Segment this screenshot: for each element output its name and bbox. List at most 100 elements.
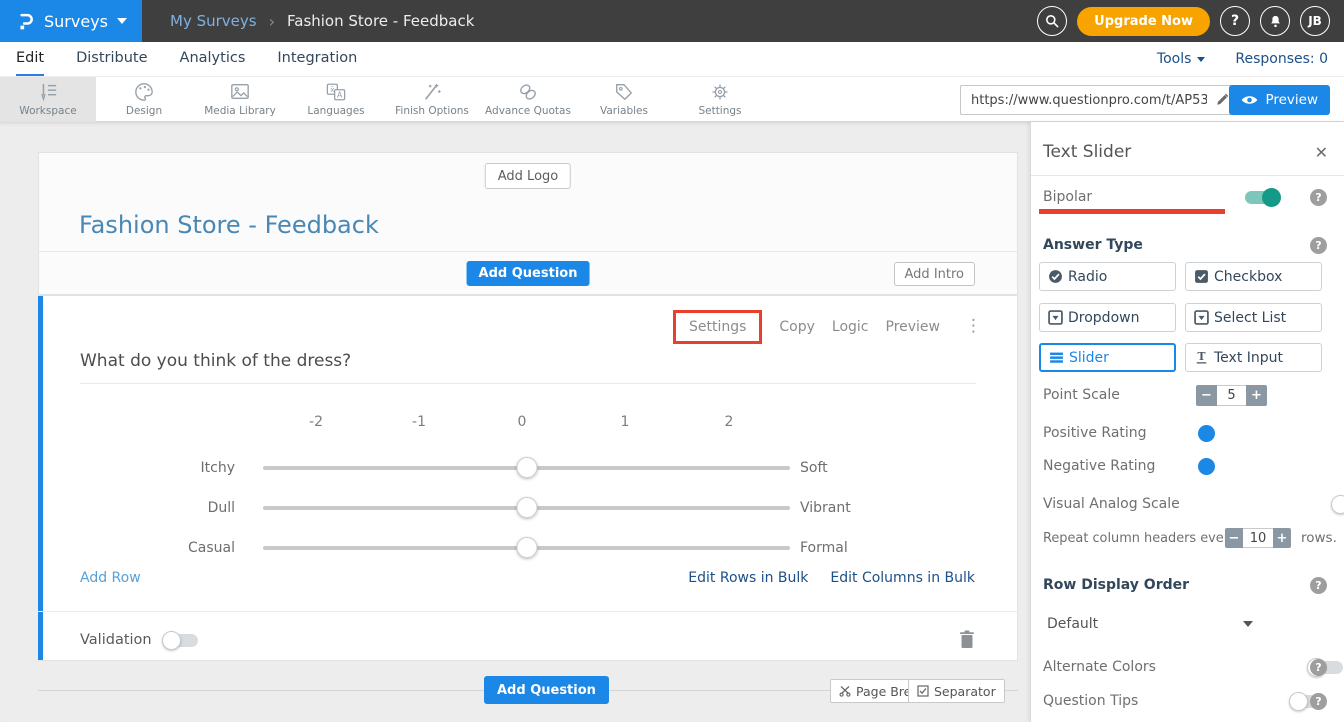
decrement-button[interactable]: − (1225, 528, 1243, 548)
validation-toggle[interactable] (164, 634, 198, 647)
help-icon[interactable]: ? (1310, 189, 1327, 206)
toolbar-item-settings[interactable]: Settings (672, 77, 768, 122)
preview-button[interactable]: Preview (1229, 85, 1330, 115)
slider-thumb[interactable] (516, 537, 537, 558)
answer-type-slider[interactable]: Slider (1039, 343, 1176, 372)
delete-question-button[interactable] (959, 630, 975, 653)
slider-thumb[interactable] (516, 497, 537, 518)
tab-edit[interactable]: Edit (16, 42, 44, 76)
scissors-icon (839, 685, 851, 697)
question-logic-button[interactable]: Logic (832, 319, 869, 335)
toolbar-item-finish-options[interactable]: Finish Options (384, 77, 480, 122)
editor-toolbar: Workspace Design Media Library x̄ A (0, 76, 1344, 122)
decrement-button[interactable]: − (1196, 385, 1217, 406)
tag-icon (613, 82, 635, 102)
slider[interactable] (263, 537, 790, 559)
survey-header-card: Add Logo Fashion Store - Feedback Add Qu… (38, 152, 1018, 295)
toolbar-item-label: Advance Quotas (485, 105, 571, 117)
help-icon[interactable]: ? (1310, 577, 1327, 594)
edit-columns-in-bulk-link[interactable]: Edit Columns in Bulk (830, 570, 975, 586)
toolbar-item-workspace[interactable]: Workspace (0, 77, 96, 122)
answer-type-select-list[interactable]: Select List (1185, 303, 1322, 332)
kebab-menu-icon[interactable]: ⋮ (965, 322, 982, 331)
question-toolbar: Settings Copy Logic Preview ⋮ (673, 310, 982, 344)
survey-title[interactable]: Fashion Store - Feedback (79, 211, 379, 239)
tab-distribute[interactable]: Distribute (76, 42, 147, 76)
point-scale-value[interactable]: 5 (1217, 385, 1246, 406)
topbar-actions: Upgrade Now ? JB (1037, 0, 1330, 42)
toolbar-item-languages[interactable]: x̄ A Languages (288, 77, 384, 122)
toolbar-item-advance-quotas[interactable]: Advance Quotas (480, 77, 576, 122)
product-switcher[interactable]: Surveys (0, 0, 142, 42)
help-icon[interactable]: ? (1310, 693, 1327, 710)
increment-button[interactable]: + (1246, 385, 1267, 406)
question-text[interactable]: What do you think of the dress? (80, 351, 351, 371)
help-button[interactable]: ? (1220, 6, 1250, 36)
divider (38, 611, 1017, 612)
answer-type-text-input[interactable]: T Text Input (1185, 343, 1322, 372)
toolbar-item-media-library[interactable]: Media Library (192, 77, 288, 122)
answer-type-label: Answer Type (1043, 237, 1143, 253)
dropdown-box-icon (1048, 310, 1063, 325)
negative-rating-row: Negative Rating (1043, 455, 1328, 477)
help-icon[interactable]: ? (1310, 659, 1327, 676)
gear-icon (709, 82, 731, 102)
separator-button[interactable]: Separator (908, 679, 1005, 703)
toolbar-item-design[interactable]: Design (96, 77, 192, 122)
upgrade-now-button[interactable]: Upgrade Now (1077, 7, 1210, 36)
row-right-label: Soft (800, 460, 828, 476)
answer-type-radio[interactable]: Radio (1039, 262, 1176, 291)
bipolar-label: Bipolar (1043, 189, 1092, 205)
question-active-accent (38, 296, 43, 660)
validation-label: Validation (80, 632, 152, 648)
chain-links-icon (517, 82, 539, 102)
divider (39, 251, 1017, 252)
tools-menu[interactable]: Tools (1157, 51, 1206, 67)
question-settings-button[interactable]: Settings (689, 319, 746, 335)
point-scale-label: Point Scale (1043, 387, 1120, 403)
pencil-icon (1215, 92, 1230, 107)
add-logo-button[interactable]: Add Logo (485, 163, 571, 189)
nav-tabs: Edit Distribute Analytics Integration (16, 42, 357, 76)
breadcrumb-my-surveys[interactable]: My Surveys (170, 12, 257, 30)
increment-button[interactable]: + (1273, 528, 1291, 548)
toolbar-item-label: Design (126, 105, 162, 117)
toolbar-item-variables[interactable]: Variables (576, 77, 672, 122)
add-intro-button[interactable]: Add Intro (894, 262, 975, 286)
add-question-button-bottom[interactable]: Add Question (484, 676, 609, 704)
visual-analog-toggle[interactable] (1333, 498, 1344, 511)
positive-rating-color-swatch[interactable] (1198, 425, 1215, 442)
slider[interactable] (263, 457, 790, 479)
close-icon[interactable]: ✕ (1315, 143, 1328, 162)
help-icon[interactable]: ? (1310, 237, 1327, 254)
product-name: Surveys (44, 12, 108, 31)
answer-type-row: Answer Type ? (1043, 234, 1328, 256)
question-preview-button[interactable]: Preview (886, 319, 941, 335)
row-display-order-select[interactable]: Default (1043, 612, 1328, 636)
visual-analog-label: Visual Analog Scale (1043, 496, 1180, 512)
survey-url-field (960, 85, 1238, 115)
answer-type-option-label: Slider (1069, 350, 1109, 366)
alternate-colors-label: Alternate Colors (1043, 659, 1156, 675)
checkbox-icon (917, 685, 929, 697)
negative-rating-color-swatch[interactable] (1198, 458, 1215, 475)
workspace-icon (37, 82, 59, 102)
answer-type-option-label: Select List (1214, 310, 1286, 326)
survey-url-input[interactable] (960, 85, 1238, 115)
edit-rows-in-bulk-link[interactable]: Edit Rows in Bulk (688, 570, 808, 586)
add-question-button-top[interactable]: Add Question (467, 261, 590, 286)
add-row-link[interactable]: Add Row (80, 570, 141, 586)
bipolar-toggle[interactable] (1245, 191, 1279, 204)
search-button[interactable] (1037, 6, 1067, 36)
answer-type-dropdown[interactable]: Dropdown (1039, 303, 1176, 332)
avatar[interactable]: JB (1300, 6, 1330, 36)
repeat-headers-value[interactable]: 10 (1243, 528, 1273, 548)
answer-type-checkbox[interactable]: Checkbox (1185, 262, 1322, 291)
edit-url-button[interactable] (1215, 92, 1230, 111)
question-copy-button[interactable]: Copy (779, 319, 815, 335)
slider-thumb[interactable] (516, 457, 537, 478)
tab-analytics[interactable]: Analytics (180, 42, 246, 76)
notifications-button[interactable] (1260, 6, 1290, 36)
slider[interactable] (263, 497, 790, 519)
tab-integration[interactable]: Integration (277, 42, 357, 76)
